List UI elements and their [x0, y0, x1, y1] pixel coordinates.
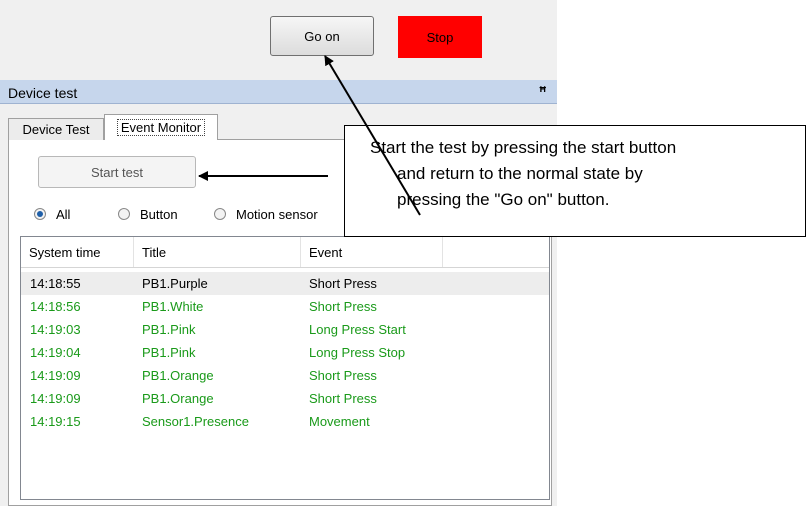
cell-title: PB1.Orange	[142, 391, 214, 406]
column-label: System time	[29, 244, 101, 260]
filter-all-label: All	[56, 206, 71, 222]
tab-event-monitor[interactable]: Event Monitor	[104, 114, 218, 140]
filter-motion-sensor-label: Motion sensor	[236, 206, 318, 222]
table-row[interactable]: 14:19:09 PB1.Orange Short Press	[21, 364, 549, 387]
callout-line: pressing the "Go on" button.	[397, 190, 610, 209]
tab-device-test-label: Device Test	[22, 122, 90, 137]
tab-event-monitor-label: Event Monitor	[116, 119, 206, 136]
panel-header: Device test ꟸ	[0, 80, 557, 104]
table-row[interactable]: 14:19:09 PB1.Orange Short Press	[21, 387, 549, 410]
cell-time: 14:19:04	[30, 345, 81, 360]
start-test-label: Start test	[90, 164, 144, 180]
start-test-button[interactable]: Start test	[38, 156, 196, 188]
cell-event: Long Press Start	[309, 322, 406, 337]
table-row[interactable]: 14:18:56 PB1.White Short Press	[21, 295, 549, 318]
cell-event: Long Press Stop	[309, 345, 406, 360]
radio-unchecked-icon	[214, 208, 226, 220]
cell-title: PB1.Purple	[142, 276, 208, 291]
cell-time: 14:19:15	[30, 414, 81, 429]
table-row[interactable]: 14:18:55 PB1.Purple Short Press	[21, 272, 549, 295]
table-row[interactable]: 14:19:03 PB1.Pink Long Press Start	[21, 318, 549, 341]
stop-label: Stop	[426, 29, 454, 45]
column-header-title[interactable]: Title	[134, 237, 301, 267]
cell-title: Sensor1.Presence	[142, 414, 249, 429]
stop-button[interactable]: Stop	[398, 16, 482, 58]
cell-title: PB1.Orange	[142, 368, 214, 383]
cell-event: Movement	[309, 414, 370, 429]
column-header-system-time[interactable]: System time	[21, 237, 134, 267]
table-row[interactable]: 14:19:15 Sensor1.Presence Movement	[21, 410, 549, 433]
cell-time: 14:19:09	[30, 368, 81, 383]
cell-event: Short Press	[309, 299, 377, 314]
cell-time: 14:18:56	[30, 299, 81, 314]
radio-unchecked-icon	[118, 208, 130, 220]
callout-line: and return to the normal state by	[397, 164, 643, 183]
column-header-event[interactable]: Event	[301, 237, 443, 267]
column-label: Event	[309, 244, 343, 260]
cell-event: Short Press	[309, 391, 377, 406]
cell-event: Short Press	[309, 276, 377, 291]
list-header: System time Title Event	[21, 237, 549, 268]
instruction-callout: Start the test by pressing the start but…	[344, 125, 806, 237]
column-label: Title	[142, 244, 167, 260]
cell-time: 14:18:55	[30, 276, 81, 291]
radio-checked-icon	[34, 208, 46, 220]
filter-motion-sensor-radio[interactable]: Motion sensor	[214, 206, 318, 222]
event-list[interactable]: System time Title Event 14:18:55 PB1.Pur…	[20, 236, 550, 500]
filter-button-radio[interactable]: Button	[118, 206, 178, 222]
cell-time: 14:19:03	[30, 322, 81, 337]
panel-title: Device test	[8, 85, 78, 101]
pin-icon[interactable]: ꟸ	[539, 84, 547, 100]
cell-time: 14:19:09	[30, 391, 81, 406]
cell-title: PB1.Pink	[142, 345, 196, 360]
callout-line: Start the test by pressing the start but…	[370, 138, 677, 157]
table-row[interactable]: 14:19:04 PB1.Pink Long Press Stop	[21, 341, 549, 364]
filter-all-radio[interactable]: All	[34, 206, 70, 222]
filter-button-label: Button	[140, 206, 178, 222]
cell-title: PB1.Pink	[142, 322, 196, 337]
go-on-label: Go on	[304, 28, 340, 44]
cell-event: Short Press	[309, 368, 377, 383]
cell-title: PB1.White	[142, 299, 204, 314]
tab-device-test[interactable]: Device Test	[8, 118, 104, 140]
go-on-button[interactable]: Go on	[270, 16, 374, 56]
